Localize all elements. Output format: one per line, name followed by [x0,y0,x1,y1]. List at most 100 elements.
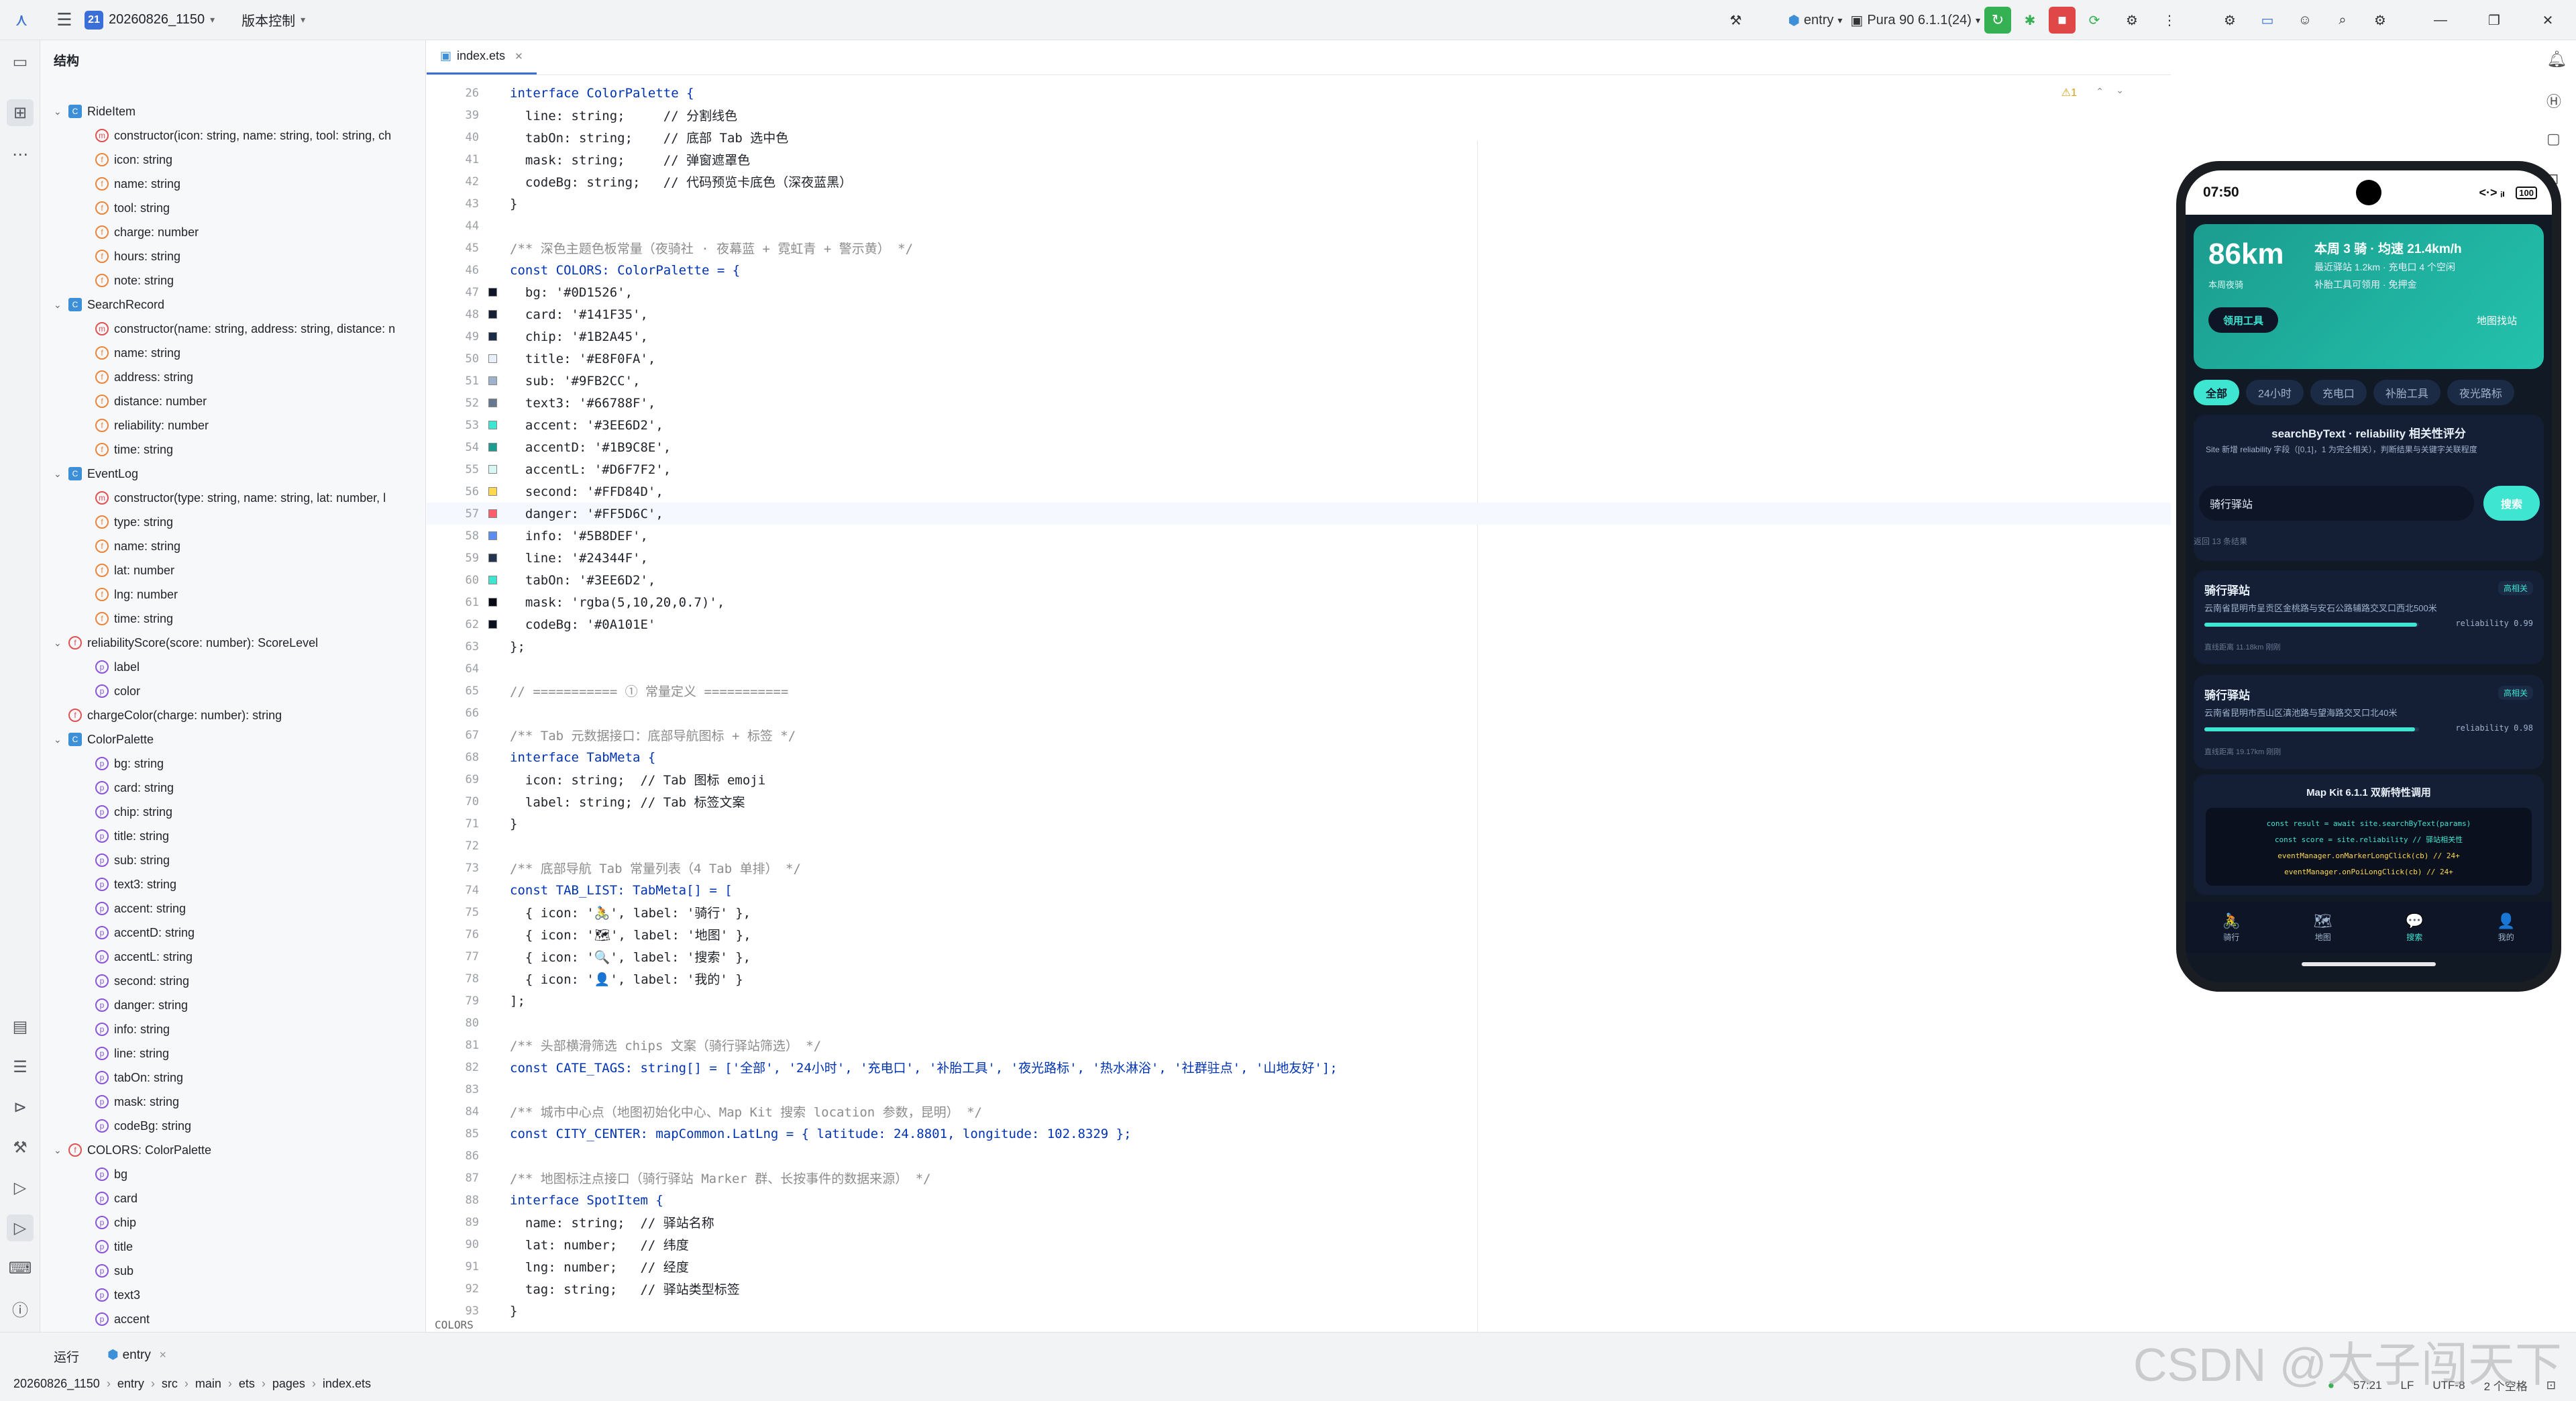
structure-item[interactable]: f tool: string [80,196,170,220]
device-manager-icon[interactable]: ⚙ [2215,5,2245,35]
color-swatch-icon[interactable] [488,465,497,474]
problems-icon[interactable]: ⓘ [7,1295,34,1322]
structure-item[interactable]: m constructor(icon: string, name: string,… [80,123,391,148]
structure-item[interactable]: f lng: number [80,582,178,607]
restore-icon[interactable]: ❐ [2479,5,2509,35]
chevron-down-icon[interactable]: ⌄ [54,106,68,117]
result-card[interactable]: 骑行驿站 高相关 云南省昆明市呈贡区金桃路与安石公路辅路交叉口西北500米 relia… [2194,570,2544,664]
structure-item[interactable]: ⌄ C ColorPalette [54,727,154,751]
color-swatch-icon[interactable] [488,576,497,584]
phone-tab-2[interactable]: 💬 搜索 [2369,902,2461,953]
log-icon[interactable]: ☰ [7,1053,34,1080]
structure-item[interactable]: f name: string [80,341,180,365]
path-segment[interactable]: ets [239,1377,255,1391]
structure-item[interactable]: m constructor(type: string, name: string,… [80,486,386,510]
structure-item[interactable]: f time: string [80,607,173,631]
structure-item[interactable]: f address: string [80,365,193,389]
structure-item[interactable]: p mask: string [80,1090,179,1114]
structure-item[interactable]: p chip: string [80,800,172,824]
structure-item[interactable]: p info: string [80,1017,170,1041]
structure-item[interactable]: p accentD: string [80,921,195,945]
terminal-icon[interactable]: ⌨ [7,1255,34,1282]
structure-item[interactable]: f chargeColor(charge: number): string [54,703,282,727]
color-swatch-icon[interactable] [488,531,497,540]
structure-item[interactable]: p line: string [80,1041,169,1066]
chip-4[interactable]: 夜光路标 [2447,380,2514,405]
chevron-down-icon[interactable]: ⌄ [54,299,68,311]
structure-item[interactable]: f icon: string [80,148,172,172]
structure-item[interactable]: f hours: string [80,244,180,268]
structure-item[interactable]: p label [80,655,140,679]
path-segment[interactable]: src [162,1377,178,1391]
profiler-icon[interactable]: ⚙ [2117,5,2147,35]
device-preview-icon[interactable]: ▢ [2546,130,2561,148]
structure-item[interactable]: f time: string [80,437,173,462]
color-swatch-icon[interactable] [488,554,497,562]
entry-module-selector[interactable]: ⬢ entry ▾ [1788,5,1842,35]
structure-item[interactable]: f lat: number [80,558,174,582]
build-side-icon[interactable]: ⚒ [7,1134,34,1161]
phone-tab-3[interactable]: 👤 我的 [2461,902,2553,953]
structure-item[interactable]: p bg: string [80,751,164,776]
folder-icon[interactable]: ▭ [2253,5,2282,35]
structure-item[interactable]: p chip [80,1210,136,1235]
structure-item[interactable]: p accentL: string [80,945,193,969]
stop-icon[interactable]: ■ [2049,7,2076,34]
color-swatch-icon[interactable] [488,288,497,297]
run-icon[interactable]: ↻ [1984,7,2011,34]
minimize-icon[interactable]: — [2426,5,2455,35]
run-tool-tab[interactable]: 运行 [54,1347,79,1365]
run-entry-tab[interactable]: ⬢ entry ✕ [107,1347,167,1363]
structure-icon[interactable]: ⊞ [7,99,34,126]
phone-tab-0[interactable]: 🚴 骑行 [2186,902,2277,953]
build-icon[interactable]: ⚒ [1721,5,1750,35]
color-swatch-icon[interactable] [488,332,497,341]
color-swatch-icon[interactable] [488,487,497,496]
structure-item[interactable]: p tabOn: string [80,1066,183,1090]
btn-tools[interactable]: 领用工具 [2208,307,2279,333]
structure-item[interactable]: f distance: number [80,389,207,413]
structure-item[interactable]: p bg [80,1162,127,1186]
structure-item[interactable]: ⌄ f reliabilityScore(score: number): Score… [54,631,318,655]
structure-item[interactable]: p codeBg: string [80,1114,191,1138]
structure-item[interactable]: p accent [80,1307,150,1331]
settings-icon[interactable]: ⚙ [2365,5,2395,35]
project-icon[interactable]: ▭ [7,48,34,75]
structure-item[interactable]: p card [80,1186,138,1210]
chip-1[interactable]: 24小时 [2246,380,2304,405]
more-tools-icon[interactable]: ⋯ [7,141,34,168]
main-menu-icon[interactable]: ☰ [50,5,79,35]
structure-item[interactable]: ⌄ C EventLog [54,462,138,486]
close-icon[interactable]: ✕ [2533,5,2563,35]
structure-item[interactable]: p card: string [80,776,174,800]
code-area[interactable]: 26 interface ColorPalette {39 line: strin… [427,82,2171,1355]
color-swatch-icon[interactable] [488,354,497,363]
debug-icon[interactable]: ✱ [2015,5,2045,35]
chip-3[interactable]: 补胎工具 [2373,380,2440,405]
color-swatch-icon[interactable] [488,598,497,607]
path-segment[interactable]: entry [117,1377,144,1391]
chevron-down-icon[interactable]: ⌄ [54,1145,68,1156]
path-segment[interactable]: 20260826_1150 [13,1377,100,1391]
tab-index-ets[interactable]: ▣ index.ets ✕ [427,40,537,74]
color-swatch-icon[interactable] [488,421,497,429]
structure-item[interactable]: p text3 [80,1283,140,1307]
todo-icon[interactable]: ▤ [7,1013,34,1040]
structure-item[interactable]: ⌄ C RideItem [54,99,136,123]
color-swatch-icon[interactable] [488,443,497,452]
apply-changes-icon[interactable]: ⟳ [2080,5,2109,35]
structure-item[interactable]: f name: string [80,172,180,196]
search-input[interactable]: 骑行驿站 [2199,486,2474,521]
structure-item[interactable]: f charge: number [80,220,199,244]
chevron-down-icon[interactable]: ⌄ [54,468,68,480]
close-tab-icon[interactable]: ✕ [515,50,523,62]
structure-item[interactable]: ⌄ f COLORS: ColorPalette [54,1138,211,1162]
notifications-icon[interactable]: 🔔︎ [2546,50,2567,69]
structure-item[interactable]: p sub: string [80,848,170,872]
structure-item[interactable]: p color [80,679,140,703]
color-swatch-icon[interactable] [488,310,497,319]
device-selector[interactable]: ▣ Pura 90 6.1.1(24) ▾ [1850,5,1980,35]
structure-item[interactable]: p text3: string [80,872,176,896]
structure-item[interactable]: f reliability: number [80,413,209,437]
path-segment[interactable]: index.ets [323,1377,371,1391]
